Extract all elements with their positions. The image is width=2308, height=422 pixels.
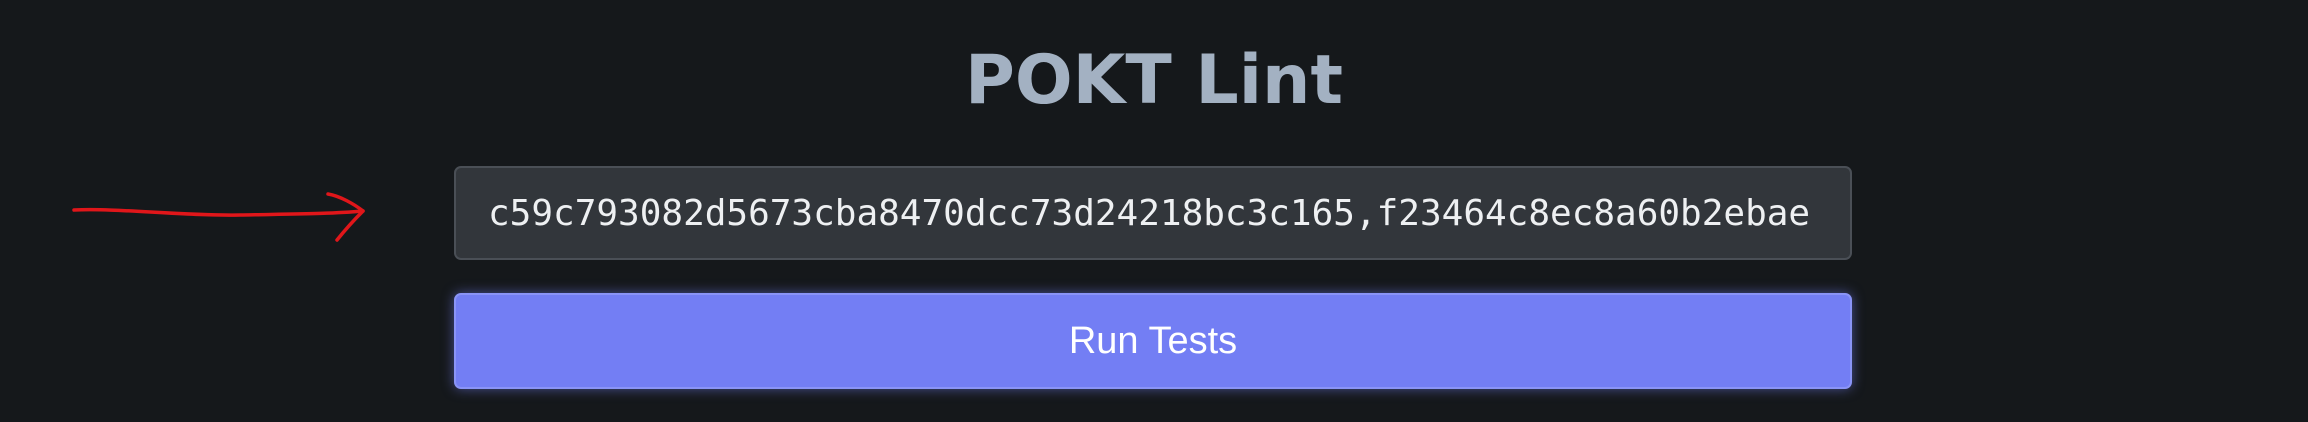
page: POKT Lint Run Tests [0, 0, 2308, 422]
address-input[interactable] [456, 168, 1850, 258]
page-title: POKT Lint [965, 41, 1343, 120]
address-input-box[interactable] [454, 166, 1852, 260]
annotation-arrow-icon [72, 192, 365, 242]
run-tests-button[interactable]: Run Tests [454, 293, 1852, 389]
